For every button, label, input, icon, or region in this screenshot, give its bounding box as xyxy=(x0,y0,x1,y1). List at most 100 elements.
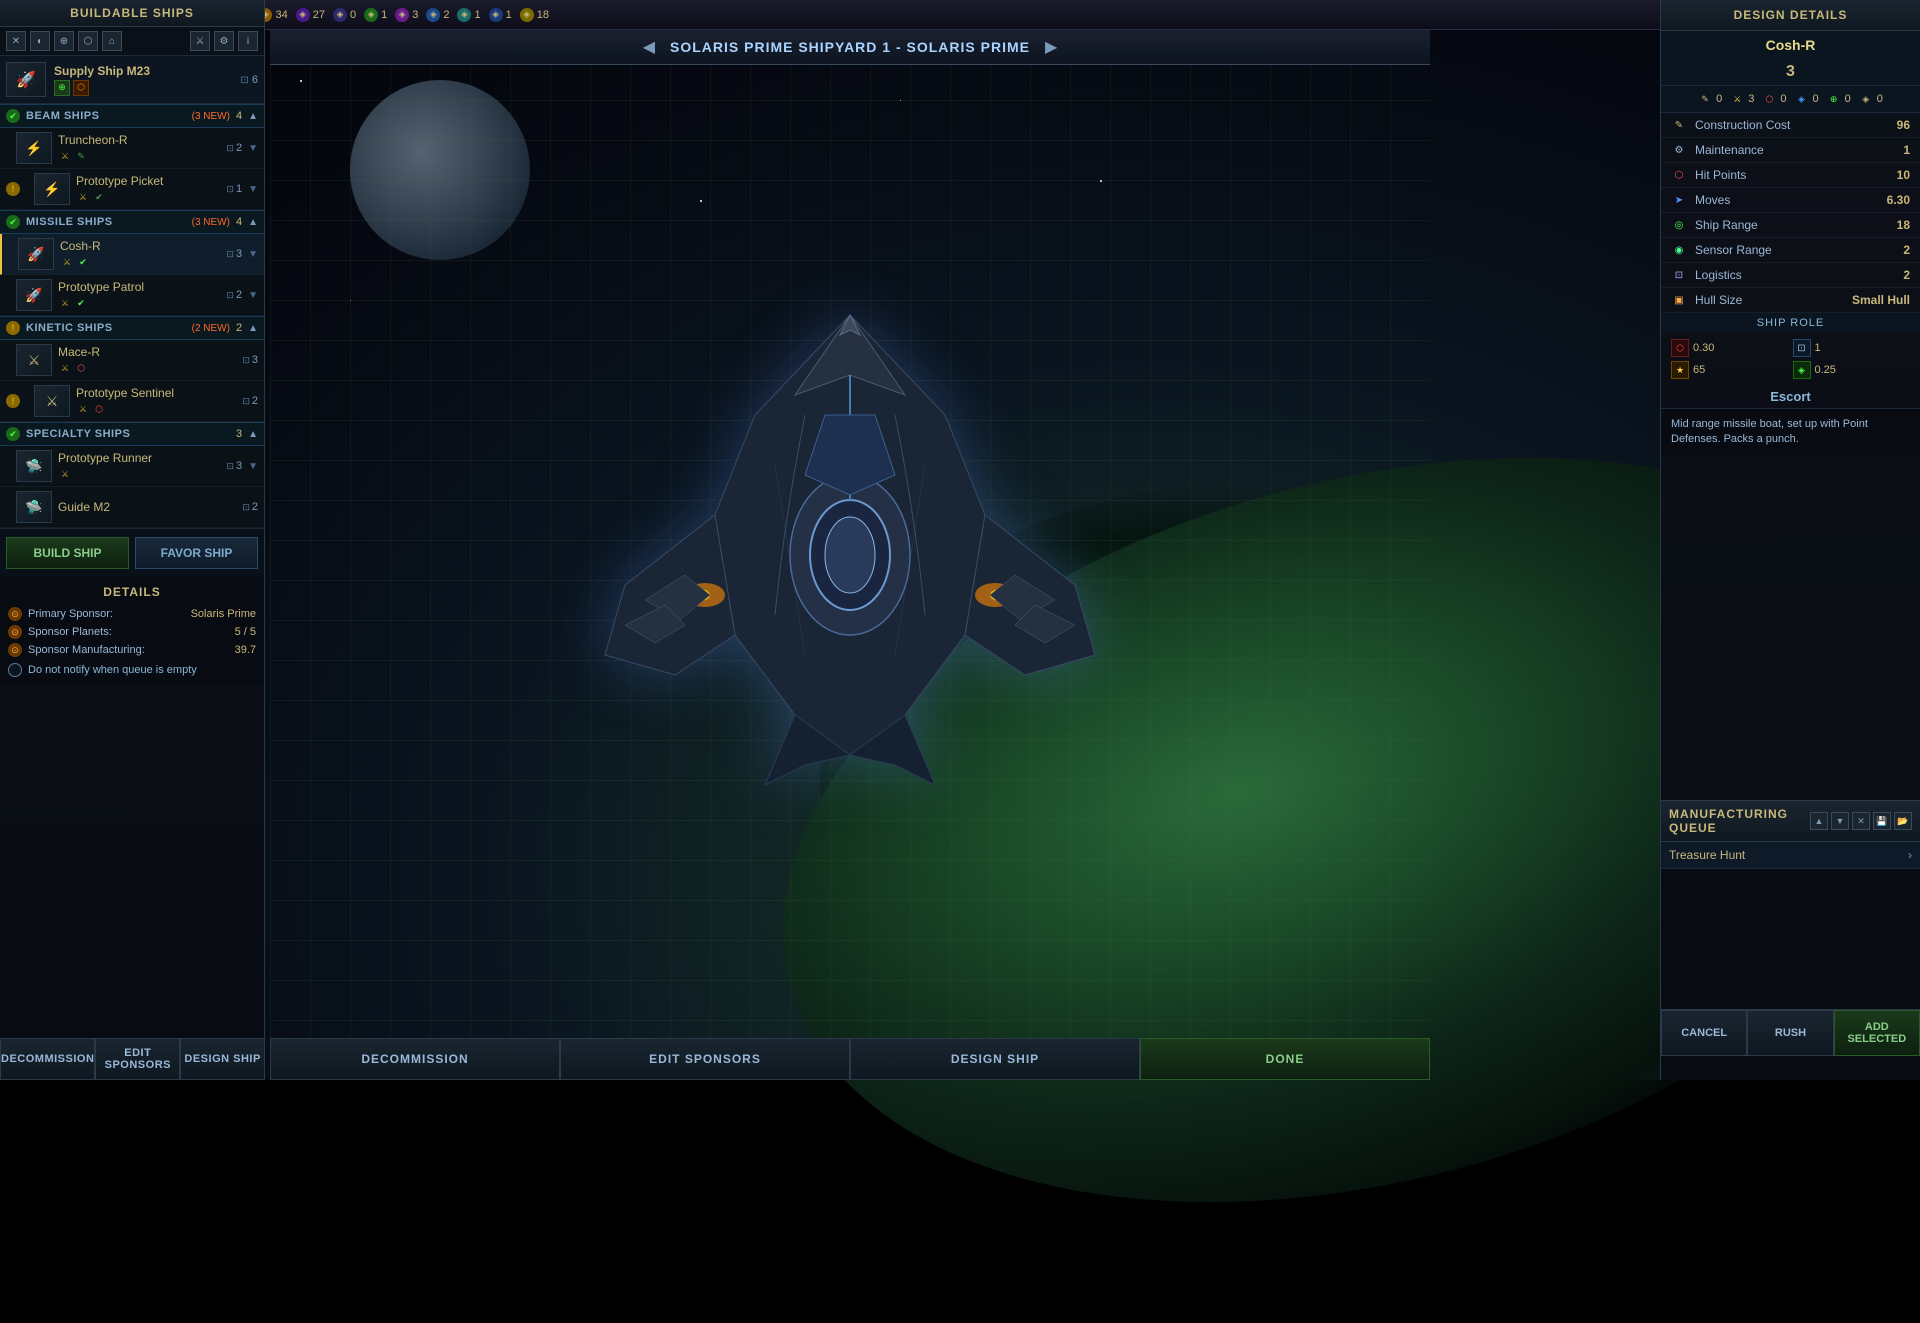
ship-count-row: 3 xyxy=(1661,59,1920,86)
mfg-load-icon[interactable]: 📂 xyxy=(1894,812,1912,830)
favor-ship-button[interactable]: Favor Ship xyxy=(135,537,258,569)
truncheon-icon-2: ✎ xyxy=(74,149,88,163)
kinetic-category-label: Kinetic Ships xyxy=(26,322,186,334)
guidem2-thumbnail: 🛸 xyxy=(16,491,52,523)
add-selected-button[interactable]: ADD SELECTED xyxy=(1834,1010,1920,1056)
done-button[interactable]: DONE xyxy=(1140,1038,1430,1080)
moves-value: 6.30 xyxy=(1887,193,1910,207)
ship-item-cosh-r[interactable]: 🚀 Cosh-R ⚔ ✔ ⊡ 3 ▼ xyxy=(0,234,264,275)
edit-sponsors-global-button[interactable]: EDIT SPONSORS xyxy=(560,1038,850,1080)
design-ship-global-button[interactable]: DESIGN SHIP xyxy=(850,1038,1140,1080)
ship-item-truncheon-r[interactable]: ⚡ Truncheon-R ⚔ ✎ ⊡ 2 ▼ xyxy=(0,128,264,169)
role-resource: ★ 65 xyxy=(1671,361,1789,379)
patrol-icons: ⚔ ✔ xyxy=(58,296,220,310)
hit-points-icon: ⬡ xyxy=(1671,167,1687,183)
close-icon[interactable]: ✕ xyxy=(6,31,26,51)
kinetic-expand-arrow: ▲ xyxy=(248,323,258,334)
maintenance-label: Maintenance xyxy=(1695,143,1895,157)
runner-icon-1: ⚔ xyxy=(58,467,72,481)
design-details-header: Design Details xyxy=(1661,0,1920,31)
decommission-global-button[interactable]: DECOMMISSION xyxy=(270,1038,560,1080)
next-shipyard-arrow[interactable]: ▶ xyxy=(1045,37,1057,57)
res-12: ◈ 2 xyxy=(426,8,449,22)
res-14: ◈ 1 xyxy=(489,8,512,22)
info-icon[interactable]: i xyxy=(238,31,258,51)
truncheon-dropdown[interactable]: ▼ xyxy=(248,143,258,154)
ship-item-prototype-sentinel[interactable]: ! ⚔ Prototype Sentinel ⚔ ⬡ ⊡ 2 xyxy=(0,381,264,422)
left-panel: Buildable Ships ✕ ◐ ⊕ ⬡ ⌂ ⚔ ⚙ i 🚀 Supply… xyxy=(0,0,265,1080)
ship-item-prototype-patrol[interactable]: 🚀 Prototype Patrol ⚔ ✔ ⊡ 2 ▼ xyxy=(0,275,264,316)
role-resource-value: 65 xyxy=(1693,364,1705,376)
gear-icon[interactable]: ⚙ xyxy=(214,31,234,51)
featured-ship-item[interactable]: 🚀 Supply Ship M23 ⊕ ⬡ ⊡ 6 xyxy=(0,56,264,104)
mfg-queue-item-1[interactable]: Treasure Hunt › xyxy=(1661,842,1920,869)
category-beam-ships[interactable]: ✔ Beam Ships (3 NEW) 4 ▲ xyxy=(0,104,264,128)
stat-gold: ◈ 0 xyxy=(1859,92,1883,106)
ship-role-header: Ship Role xyxy=(1661,313,1920,333)
category-missile-ships[interactable]: ✔ Missile Ships (3 NEW) 4 ▲ xyxy=(0,210,264,234)
kinetic-count: 2 xyxy=(236,322,242,334)
guidem2-name: Guide M2 xyxy=(58,500,236,514)
mfg-save-icon[interactable]: 💾 xyxy=(1873,812,1891,830)
sentinel-icon-2: ⬡ xyxy=(92,402,106,416)
kinetic-new-badge: (2 NEW) xyxy=(192,323,230,334)
edit-sponsors-button[interactable]: Edit Sponsors xyxy=(95,1038,180,1080)
category-specialty-ships[interactable]: ✔ Specialty Ships 3 ▲ xyxy=(0,422,264,446)
picket-count: ⊡ 1 xyxy=(226,183,242,195)
decommission-button[interactable]: Decommission xyxy=(0,1038,95,1080)
coshr-dropdown[interactable]: ▼ xyxy=(248,249,258,260)
selected-ship-name: Cosh-R xyxy=(1661,31,1920,59)
settings-icon[interactable]: ⚔ xyxy=(190,31,210,51)
specialty-category-label: Specialty Ships xyxy=(26,428,230,440)
mfg-up-arrow[interactable]: ▲ xyxy=(1810,812,1828,830)
specialty-count: 3 xyxy=(236,428,242,440)
hit-points-value: 10 xyxy=(1897,168,1910,182)
beam-expand-arrow: ▲ xyxy=(248,111,258,122)
featured-icon-2: ⬡ xyxy=(73,80,89,96)
ship-item-prototype-runner[interactable]: 🛸 Prototype Runner ⚔ ⊡ 3 ▼ xyxy=(0,446,264,487)
resource-icon[interactable]: ⬡ xyxy=(78,31,98,51)
role-grid: ⬡ 0.30 ⊡ 1 ★ 65 ◈ 0.25 xyxy=(1661,333,1920,385)
missile-expand-arrow: ▲ xyxy=(248,217,258,228)
picket-name: Prototype Picket xyxy=(76,174,220,188)
res-11: ◈ 3 xyxy=(395,8,418,22)
mfg-clear-icon[interactable]: ✕ xyxy=(1852,812,1870,830)
hull-size-value: Small Hull xyxy=(1852,293,1910,307)
build-buttons-row: Build Ship Favor Ship xyxy=(0,528,264,577)
no-notify-checkbox[interactable] xyxy=(8,663,22,677)
coshr-thumbnail: 🚀 xyxy=(18,238,54,270)
rush-button[interactable]: RUSH xyxy=(1747,1010,1833,1056)
featured-ship-count: ⊡ 6 xyxy=(240,74,258,86)
role-support-value: 0.25 xyxy=(1815,364,1836,376)
runner-dropdown[interactable]: ▼ xyxy=(248,461,258,472)
maintenance-value: 1 xyxy=(1903,143,1910,157)
left-bottom-buttons: Decommission Edit Sponsors Design Ship xyxy=(0,1038,265,1080)
macer-name: Mace-R xyxy=(58,345,236,359)
add-icon[interactable]: ⊕ xyxy=(54,31,74,51)
runner-count: ⊡ 3 xyxy=(226,460,242,472)
resource-bar: ⬡ 596 ◈ 23 ◈ 7 ◈ 4 ◈ 9 ◈ 25 ◈ 25 ◈ 34 ◈ … xyxy=(0,0,1920,30)
picket-dropdown[interactable]: ▼ xyxy=(248,184,258,195)
sensor-range-label: Sensor Range xyxy=(1695,243,1895,257)
category-kinetic-ships[interactable]: ! Kinetic Ships (2 NEW) 2 ▲ xyxy=(0,316,264,340)
cancel-queue-button[interactable]: CANCEL xyxy=(1661,1010,1747,1056)
patrol-icon-2: ✔ xyxy=(74,296,88,310)
build-ship-button[interactable]: Build Ship xyxy=(6,537,129,569)
moves-label: Moves xyxy=(1695,193,1879,207)
patrol-dropdown[interactable]: ▼ xyxy=(248,290,258,301)
ship-item-mace-r[interactable]: ⚔ Mace-R ⚔ ⬡ ⊡ 3 xyxy=(0,340,264,381)
prev-shipyard-arrow[interactable]: ◀ xyxy=(643,37,655,57)
design-ship-button[interactable]: Design Ship xyxy=(180,1038,265,1080)
runner-thumbnail: 🛸 xyxy=(16,450,52,482)
sentinel-thumbnail: ⚔ xyxy=(34,385,70,417)
ship-item-guide-m2[interactable]: 🛸 Guide M2 ⊡ 2 xyxy=(0,487,264,528)
no-notify-row[interactable]: Do not notify when queue is empty xyxy=(8,663,256,677)
filter-icon[interactable]: ◐ xyxy=(30,31,50,51)
ship-item-prototype-picket[interactable]: ! ⚡ Prototype Picket ⚔ ✔ ⊡ 1 ▼ xyxy=(0,169,264,210)
ship-description: Mid range missile boat, set up with Poin… xyxy=(1661,408,1920,456)
coshr-count: ⊡ 3 xyxy=(226,248,242,260)
mfg-down-arrow[interactable]: ▼ xyxy=(1831,812,1849,830)
mfg-item-1-arrow: › xyxy=(1908,848,1912,862)
home-icon[interactable]: ⌂ xyxy=(102,31,122,51)
missile-category-label: Missile Ships xyxy=(26,216,186,228)
